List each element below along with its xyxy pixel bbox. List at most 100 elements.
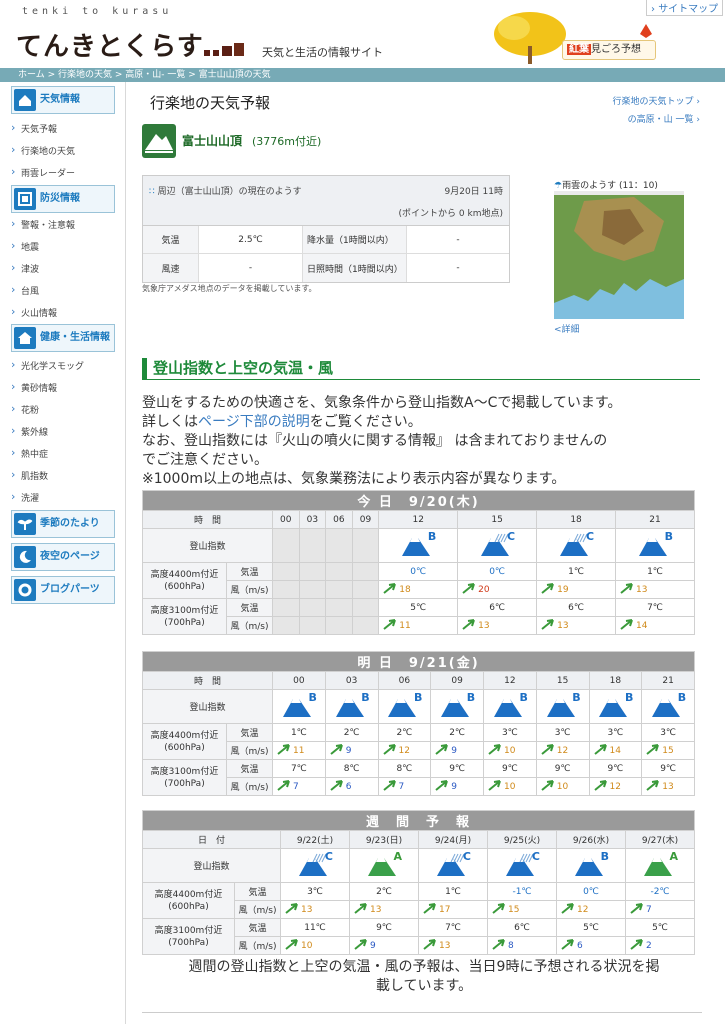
table-cell: 7℃ [615, 598, 695, 617]
sidebar-item-uv[interactable]: 紫外線 [11, 424, 48, 438]
row-label: 気温 [226, 759, 273, 778]
temp-row: 高度3100m付近 (700hPa) 気温 7℃ 8℃ 8℃ 9℃ 9℃ 9℃ 9℃ 9℃ [142, 759, 695, 796]
home-life-icon [14, 327, 36, 349]
table-cell: 0℃ [378, 562, 459, 581]
sidebar-item-leisure[interactable]: 行楽地の天気 [11, 143, 75, 157]
wind-speed: 12 [398, 745, 410, 756]
map-image [554, 191, 684, 303]
altitude-text: 高度4400m付近 [150, 569, 219, 580]
table-cell: 11 [378, 616, 459, 635]
wind-arrow-icon [285, 938, 299, 953]
sidebar-item-typhoon[interactable]: 台風 [11, 283, 39, 297]
header-label: 時 間 [142, 510, 273, 529]
sidebar-item-radar[interactable]: 雨雲レーダー [11, 165, 75, 179]
wind-speed: 12 [556, 745, 569, 756]
sidebar-item-volcano[interactable]: 火山情報 [11, 305, 57, 319]
table-cell [325, 562, 353, 581]
grade-letter: B [308, 691, 317, 704]
sidebar-item-yellowsand[interactable]: 黄砂情報 [11, 380, 57, 394]
sidebar-item-laundry[interactable]: 洗濯 [11, 490, 39, 504]
header-cell: 06 [325, 510, 353, 529]
table-cell: 13 [280, 900, 350, 919]
location-name: 富士山山頂 (3776m付近) [182, 132, 321, 149]
radar-map[interactable] [554, 191, 684, 319]
sidebar-link-season[interactable]: 季節のたより [11, 510, 115, 538]
table-cell: 6℃ [536, 598, 617, 617]
wind-arrow-icon [462, 618, 476, 633]
sidebar-item-pollen[interactable]: 花粉 [11, 402, 39, 416]
tagline: 天気と生活の情報サイト [262, 46, 383, 59]
wind-speed: 14 [609, 745, 621, 756]
radar-detail-link[interactable]: <詳細 [554, 322, 580, 335]
wind-arrow-icon [561, 902, 575, 917]
altitude-label: 高度4400m付近 (600hPa) [142, 723, 227, 760]
wind-arrow-icon [382, 743, 397, 758]
sidebar-item-warnings[interactable]: 警報・注意報 [11, 217, 75, 231]
page-title: 行楽地の天気予報 [150, 94, 271, 112]
table-cell: 15 [641, 741, 695, 760]
mountain-grade-icon: C [504, 850, 540, 878]
sidebar-heading-disaster[interactable]: 防災情報 [11, 185, 115, 213]
table-cell: B [615, 528, 695, 563]
wind-arrow-icon [462, 582, 476, 597]
breadcrumb-home[interactable]: ホーム [18, 70, 45, 80]
table-cell: 11 [272, 741, 326, 760]
row-label: 気温 [226, 598, 273, 617]
header-cell: 18 [536, 510, 617, 529]
altitude-label: 高度4400m付近 (600hPa) [142, 882, 235, 919]
wind-speed: 13 [662, 781, 674, 792]
sidebar-link-nightsky[interactable]: 夜空のページ [11, 543, 115, 571]
table-cell: 2℃ [377, 723, 432, 742]
sidebar-item-smog[interactable]: 光化学スモッグ [11, 358, 84, 372]
table-cell: 2℃ [349, 882, 419, 901]
site-header: tenki to kurasu てんきとくらす 天気と生活の情報サイト › サイ… [0, 0, 725, 68]
table-cell: A [349, 848, 419, 883]
sidebar-item-forecast[interactable]: 天気予報 [11, 121, 57, 135]
sidebar-link-blogparts[interactable]: ブログパーツ [11, 576, 115, 604]
sidebar-heading-weather[interactable]: 天気情報 [11, 86, 115, 114]
wind-arrow-icon [383, 618, 397, 633]
altitude-label: 高度3100m付近 (700hPa) [142, 918, 235, 955]
sidebar-item-earthquake[interactable]: 地震 [11, 239, 39, 253]
sidebar-heading-label: 天気情報 [40, 94, 80, 105]
altitude-text: 高度3100m付近 [150, 766, 219, 777]
autumn-leaves-banner[interactable]: 紅葉 見ごろ予想 [490, 8, 660, 66]
sidebar-heading-label: 防災情報 [40, 193, 80, 204]
row-label: 気温 [226, 562, 273, 581]
header-cell: 9/22(土) [280, 830, 350, 849]
label: 風速 [143, 254, 199, 282]
row-label: 風（m/s) [234, 936, 281, 955]
current-header: ∷ 周辺（富士山山頂）の現在のようす 9月20日 11時 (ポイントから 0 k… [143, 176, 509, 226]
grade-letter: B [466, 691, 476, 704]
radar-title-text: 雨雲のようす (11：10) [562, 181, 658, 191]
table-cell: B [377, 689, 432, 724]
altitude-text: 高度4400m付近 [150, 730, 219, 741]
table-caption: 今 日 9/20(木) [142, 490, 695, 511]
breadcrumb-mountains[interactable]: 高原・山- 一覧 [125, 70, 185, 80]
table-cell: 13 [615, 580, 695, 599]
sidebar-item-skin[interactable]: 肌指数 [11, 468, 48, 482]
wind-speed: 9 [451, 781, 457, 792]
sidebar-heading-health[interactable]: 健康・生活情報 [11, 324, 115, 352]
sidebar-item-heatstroke[interactable]: 熱中症 [11, 446, 48, 460]
table-cell: 14 [588, 741, 643, 760]
table-cell: 8℃ [324, 759, 379, 778]
leisure-top-link[interactable]: 行楽地の天気トップ › [570, 94, 701, 107]
wind-speed: 13 [370, 904, 382, 915]
breadcrumb-leisure[interactable]: 行楽地の天気 [58, 70, 112, 80]
explanation-link[interactable]: ページ下部の説明 [198, 414, 310, 430]
label: 気温 [143, 226, 199, 253]
table-cell: 8 [487, 936, 557, 955]
table-cell: C [280, 848, 350, 883]
wind-speed: 13 [478, 620, 490, 631]
table-cell: 13 [349, 900, 419, 919]
logo-subtitle: tenki to kurasu [22, 6, 173, 17]
table-cell [272, 580, 300, 599]
sidebar-item-tsunami[interactable]: 津波 [11, 261, 39, 275]
table-cell: 9℃ [430, 759, 484, 778]
pressure-text: (600hPa) [164, 742, 205, 753]
site-logo[interactable]: てんきとくらす [16, 26, 204, 63]
table-cell: 12 [377, 741, 432, 760]
mountain-list-link[interactable]: の高原・山 一覧 › [570, 112, 700, 125]
table-cell: 6 [324, 777, 379, 796]
